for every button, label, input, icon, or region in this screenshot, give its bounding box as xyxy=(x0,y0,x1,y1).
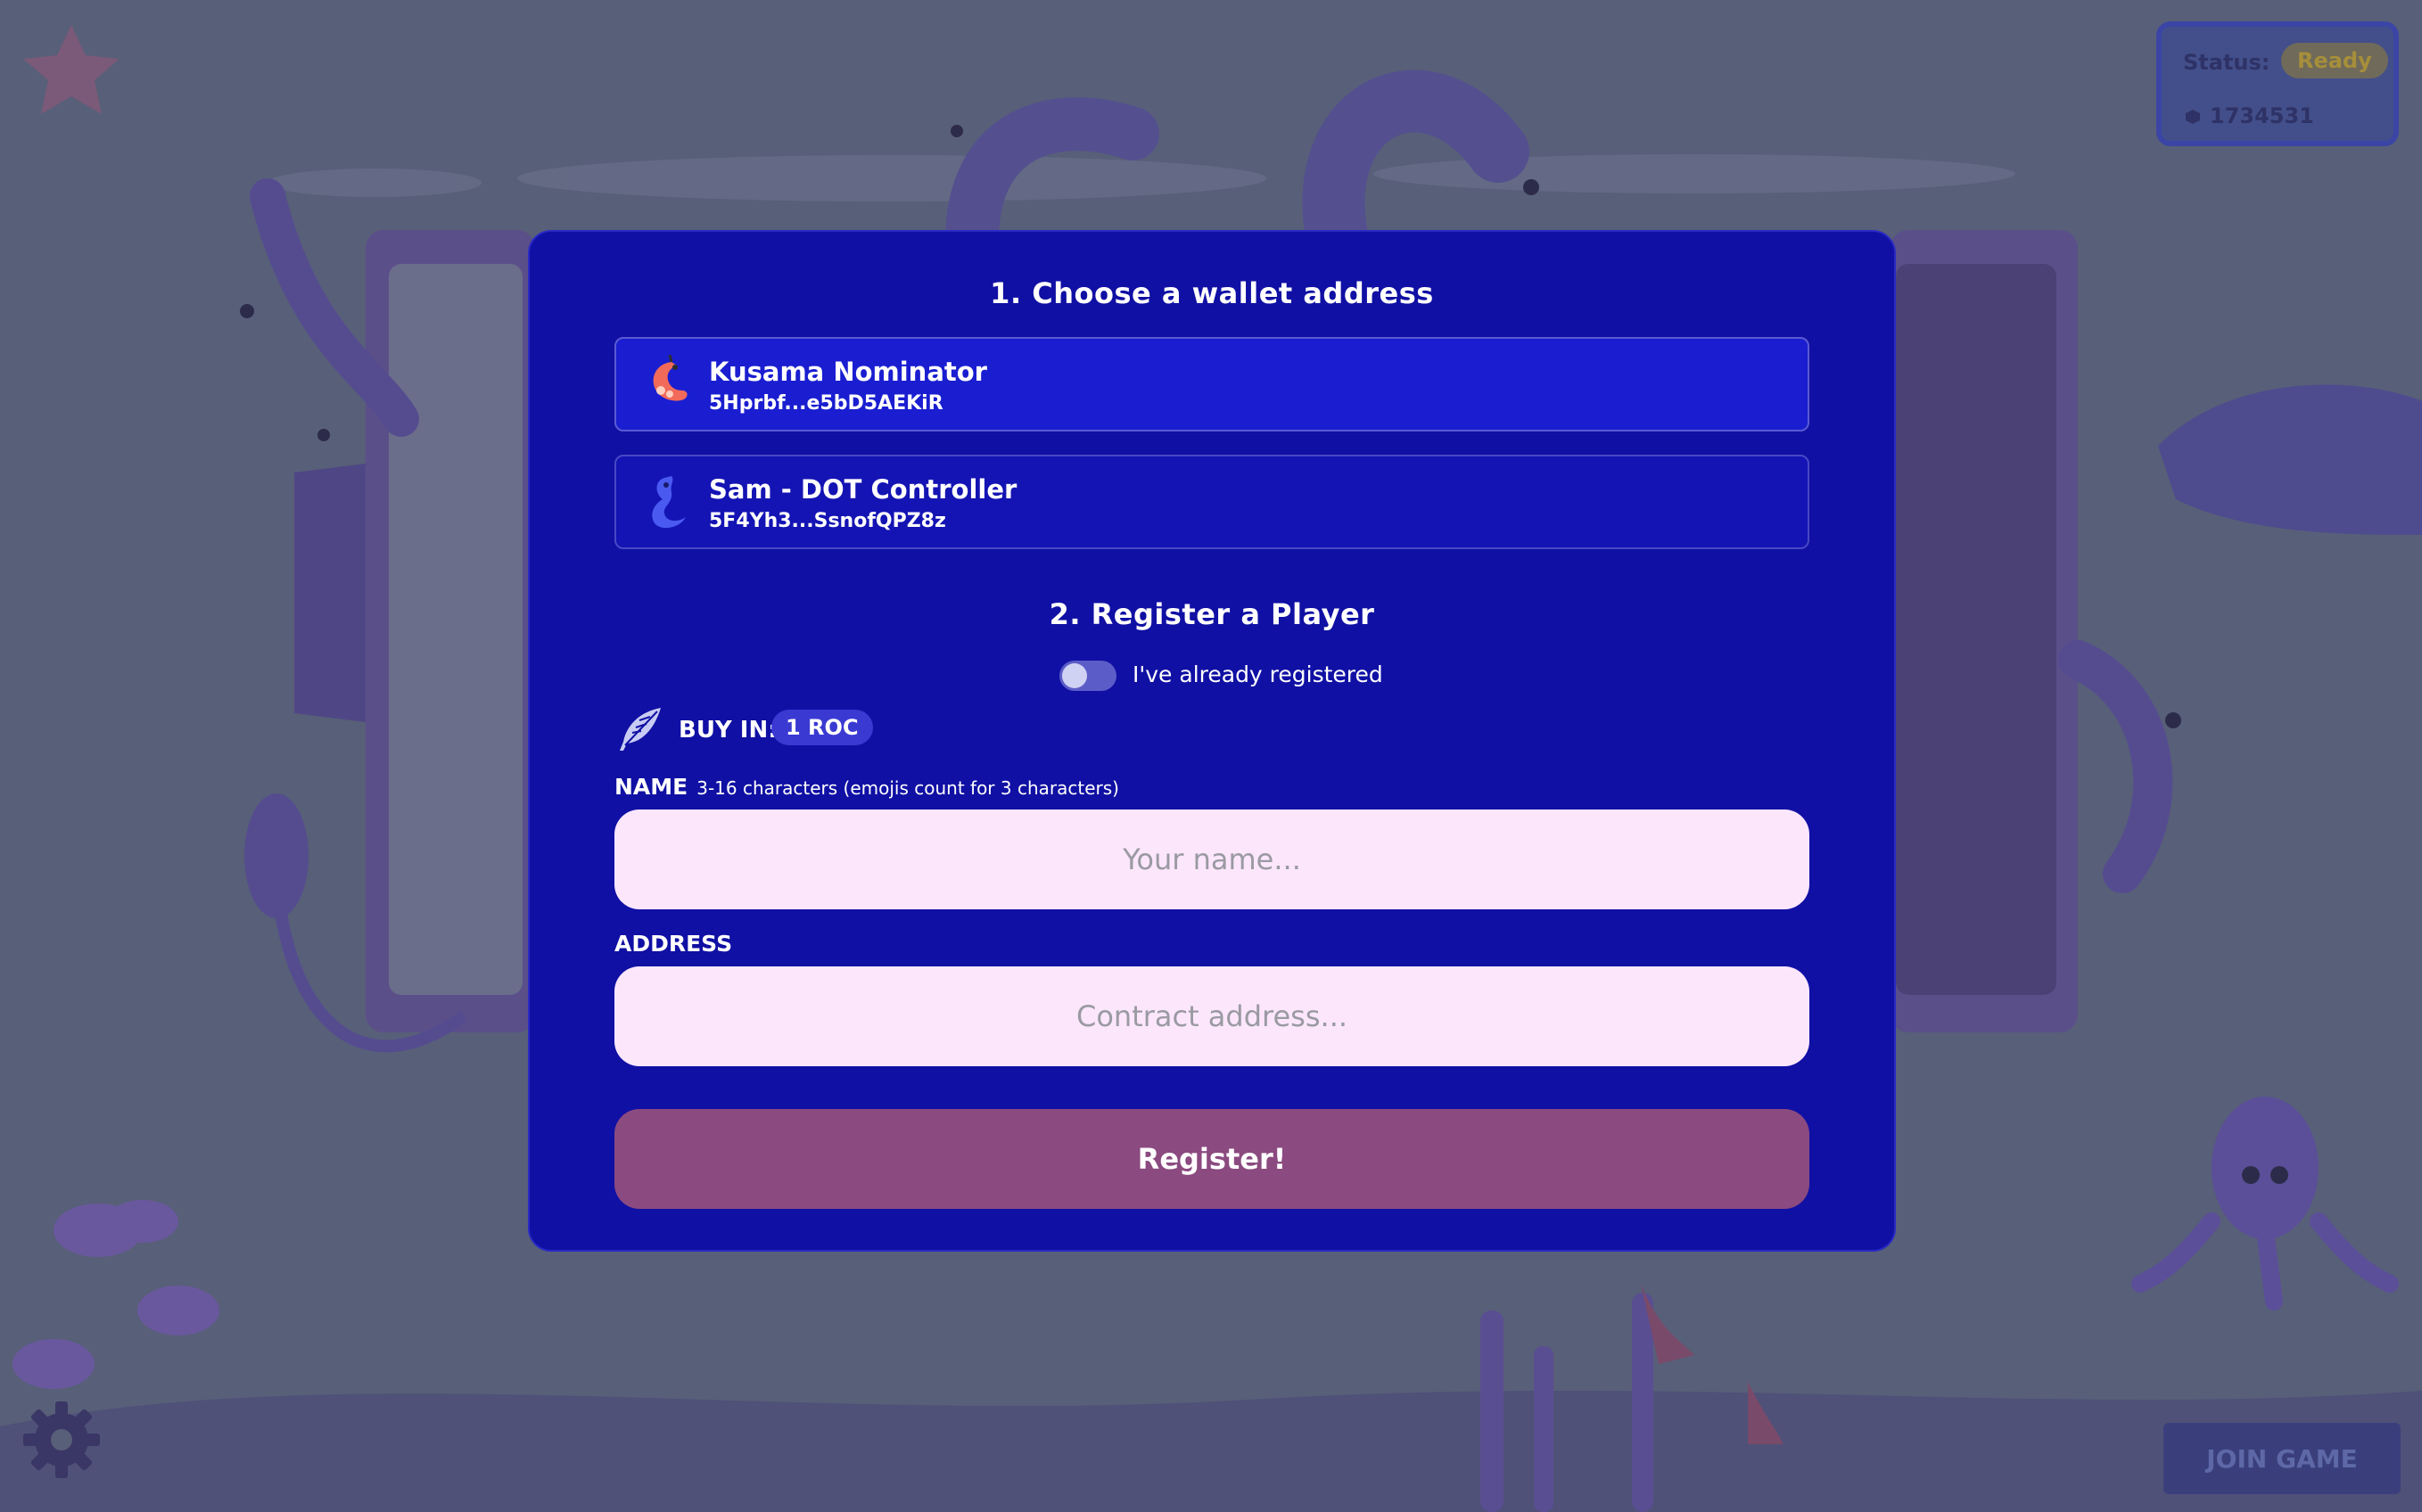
step1-title: 1. Choose a wallet address xyxy=(990,276,1434,310)
block-number: 1734531 xyxy=(2210,103,2314,128)
wallet-option-kusama-nominator[interactable]: Kusama Nominator 5Hprbf...e5bD5AEKiR xyxy=(614,337,1809,431)
already-registered-toggle[interactable] xyxy=(1059,661,1116,691)
register-button[interactable]: Register! xyxy=(614,1109,1809,1209)
buy-in-label: BUY IN: xyxy=(679,717,778,744)
toggle-knob xyxy=(1062,663,1087,688)
name-hint: 3-16 characters (emojis count for 3 char… xyxy=(696,777,1119,799)
status-badge: Ready xyxy=(2281,43,2388,78)
shrimp-icon xyxy=(653,355,688,401)
step2-title: 2. Register a Player xyxy=(1049,597,1375,631)
contract-address-input[interactable] xyxy=(614,966,1809,1066)
register-modal: 1. Choose a wallet address Kusama Nomina… xyxy=(528,230,1896,1252)
already-registered-label: I've already registered xyxy=(1133,662,1383,687)
settings-gear-icon[interactable] xyxy=(20,1398,103,1482)
feather-quill-icon xyxy=(620,708,661,751)
seahorse-icon xyxy=(652,476,686,529)
wallet-name: Kusama Nominator xyxy=(709,357,987,387)
wallet-name: Sam - DOT Controller xyxy=(709,474,1017,505)
already-registered-row: I've already registered xyxy=(530,658,1894,694)
buy-in-value-badge: 1 ROC xyxy=(771,710,873,745)
name-input[interactable] xyxy=(614,809,1809,909)
address-field-label: ADDRESS xyxy=(614,931,733,957)
name-field-label: NAME 3-16 characters (emojis count for 3 … xyxy=(614,774,1119,800)
wallet-option-sam-dot-controller[interactable]: Sam - DOT Controller 5F4Yh3...SsnofQPZ8z xyxy=(614,455,1809,549)
name-label: NAME xyxy=(614,774,688,800)
join-game-button[interactable]: JOIN GAME xyxy=(2163,1423,2401,1494)
wallet-address: 5F4Yh3...SsnofQPZ8z xyxy=(709,510,946,532)
wallet-address: 5Hprbf...e5bD5AEKiR xyxy=(709,392,943,415)
status-label: Status: xyxy=(2183,50,2270,75)
buy-in-row: BUY IN: 1 ROC xyxy=(614,704,1149,754)
status-panel: Status: Ready 1734531 xyxy=(2156,21,2399,146)
block-icon xyxy=(2186,110,2200,124)
